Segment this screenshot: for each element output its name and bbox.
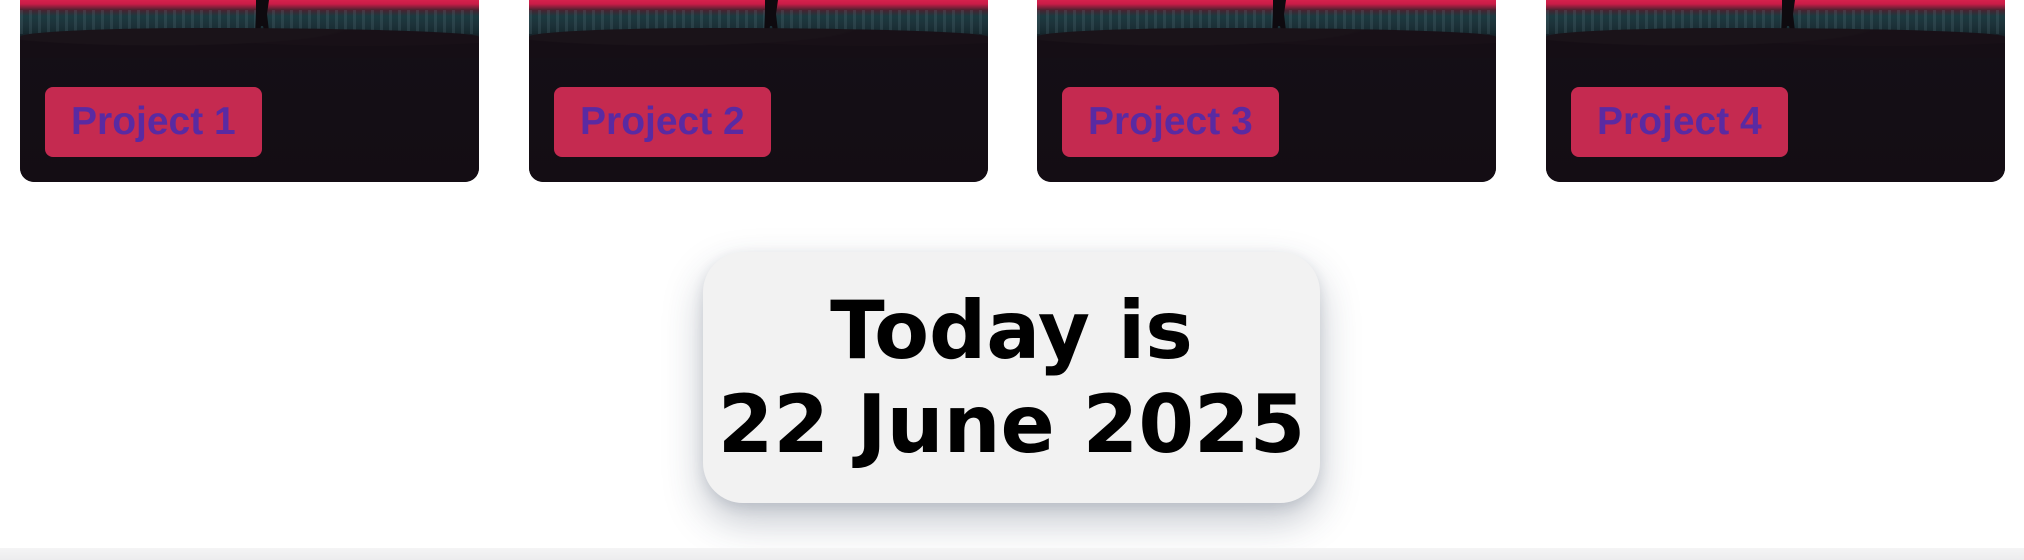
silhouette-figure: [761, 0, 781, 52]
project-1-button[interactable]: Project 1: [45, 87, 262, 157]
date-heading-line-2: 22 June 2025: [717, 377, 1306, 471]
silhouette-figure: [252, 0, 272, 52]
project-card-2[interactable]: Project 2: [529, 0, 988, 182]
bottom-divider: [0, 548, 2024, 560]
project-card-1[interactable]: Project 1: [20, 0, 479, 182]
date-panel: Today is 22 June 2025: [703, 252, 1320, 503]
project-cards: Project 1 Project 2 Project 3 Project 4: [0, 0, 2024, 182]
project-3-button[interactable]: Project 3: [1062, 87, 1279, 157]
date-heading-line-1: Today is: [830, 283, 1193, 377]
silhouette-figure: [1269, 0, 1289, 52]
project-card-4[interactable]: Project 4: [1546, 0, 2005, 182]
project-4-button[interactable]: Project 4: [1571, 87, 1788, 157]
project-2-button[interactable]: Project 2: [554, 87, 771, 157]
project-2-label: Project 2: [580, 100, 745, 143]
silhouette-figure: [1778, 0, 1798, 52]
project-4-label: Project 4: [1597, 100, 1762, 143]
project-1-label: Project 1: [71, 100, 236, 143]
project-3-label: Project 3: [1088, 100, 1253, 143]
project-card-3[interactable]: Project 3: [1037, 0, 1496, 182]
page: Project 1 Project 2 Project 3 Project 4 …: [0, 0, 2024, 560]
